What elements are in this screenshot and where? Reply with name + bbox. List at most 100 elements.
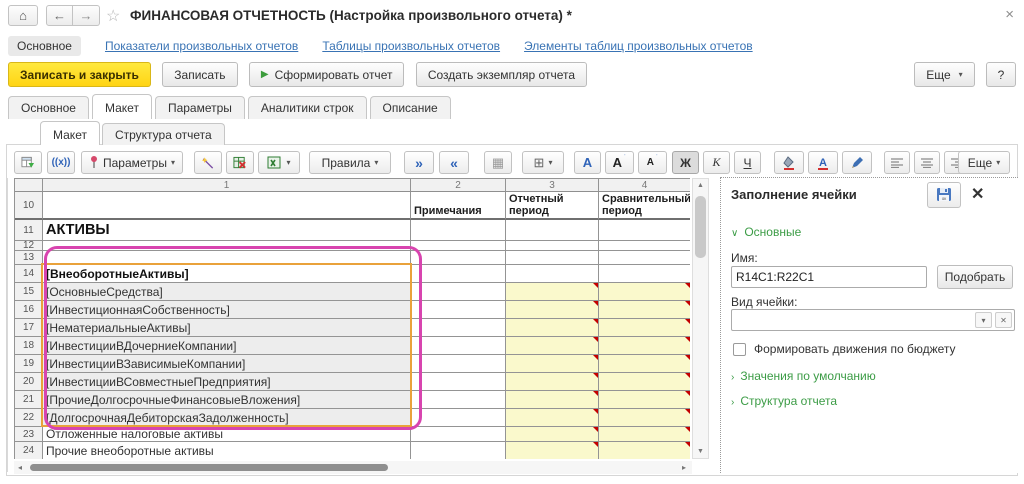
sheet-cell[interactable] [506,251,599,265]
sheet-cell[interactable] [599,355,690,373]
sheet-cell[interactable]: Примечания [411,192,506,220]
sheet-cell[interactable] [411,301,506,319]
sheet-cell[interactable]: Отложенные налоговые активы [43,427,411,442]
sheet-cell[interactable] [411,442,506,459]
sheet-cell[interactable] [599,442,690,459]
sheet-cell[interactable] [506,220,599,241]
sheet-cell[interactable] [411,241,506,251]
align-center-button[interactable] [914,151,940,174]
scroll-up-icon[interactable]: ▲ [693,179,708,192]
navlink-main-chip[interactable]: Основное [8,36,81,56]
sheet-cell[interactable] [411,319,506,337]
sheet-cell[interactable] [43,192,411,220]
sheet-cell[interactable]: 18 [15,337,43,355]
sheet-cell[interactable]: 3 [506,179,599,192]
home-button[interactable]: ⌂ [8,5,38,26]
sheet-cell[interactable]: [ИнвестиционнаяСобственность] [43,301,411,319]
sheet-cell[interactable]: Отчетный период [506,192,599,220]
sheet-cell[interactable]: 23 [15,427,43,442]
fill-color-button[interactable] [774,151,804,174]
pick-button[interactable]: Подобрать [937,265,1013,289]
close-window-button[interactable]: × [1005,6,1014,23]
sheet-cell[interactable]: 17 [15,319,43,337]
group-main-toggle[interactable]: ∨Основные [731,225,801,239]
tab-макет[interactable]: Макет [92,94,152,119]
sheet-cell[interactable] [411,373,506,391]
forward-button[interactable]: → [73,5,100,26]
sheet-cell[interactable]: 15 [15,283,43,301]
sheet-cell[interactable] [599,319,690,337]
sheet-cell[interactable] [43,241,411,251]
sheet-cell[interactable] [599,373,690,391]
sheet-cell[interactable] [506,337,599,355]
vertical-scrollbar[interactable]: ▲ ▼ [692,178,709,459]
sheet-cell[interactable] [506,391,599,409]
italic-button[interactable]: К [703,151,730,174]
sheet-cell[interactable] [506,241,599,251]
sheet-cell[interactable]: 4 [599,179,690,192]
sheet-cell[interactable] [411,220,506,241]
subtab-макет[interactable]: Макет [40,121,100,145]
sheet-cell[interactable]: 11 [15,220,43,241]
move-left-button[interactable]: « [439,151,469,174]
sheet-cell[interactable]: Сравнительный период [599,192,690,220]
sheet-cell[interactable]: 21 [15,391,43,409]
sheet-cell[interactable]: 2 [411,179,506,192]
sheet-cell[interactable] [599,409,690,427]
tab-описание[interactable]: Описание [370,96,451,119]
sheet-cell[interactable]: 10 [15,192,43,220]
move-right-button[interactable]: » [404,151,434,174]
sheet-cell[interactable] [506,442,599,459]
save-and-close-button[interactable]: Записать и закрыть [8,62,151,87]
sheet-cell[interactable]: 16 [15,301,43,319]
sheet-cell[interactable] [506,427,599,442]
panel-close-button[interactable]: ✕ [971,184,984,204]
sheet-cell[interactable]: 22 [15,409,43,427]
sheet-cell[interactable] [411,283,506,301]
scroll-right-icon[interactable]: ▸ [678,463,690,472]
font-decrease-button[interactable]: А˙ [638,151,667,174]
sheet-cell[interactable]: Прочие внеоборотные активы [43,442,411,459]
sheet-cell[interactable] [599,283,690,301]
sheet-cell[interactable] [43,251,411,265]
layout-settings-button[interactable] [14,151,42,174]
align-left-button[interactable] [884,151,910,174]
bold-button[interactable]: Ж [672,151,699,174]
group-structure-toggle[interactable]: ›Структура отчета [731,394,837,408]
group-defaults-toggle[interactable]: ›Значения по умолчанию [731,369,876,383]
back-button[interactable]: ← [46,5,73,26]
sheet-cell[interactable] [15,179,43,192]
sheet-cell[interactable]: 19 [15,355,43,373]
budget-movements-checkbox[interactable] [733,343,746,356]
save-button[interactable]: Записать [162,62,237,87]
sheet-cell[interactable] [411,409,506,427]
excel-export-button[interactable]: ▾ [258,151,300,174]
sheet-cell[interactable]: [ИнвестицииВДочерниеКомпании] [43,337,411,355]
sheet-cell[interactable] [599,337,690,355]
horizontal-scroll-thumb[interactable] [30,464,388,471]
sheet-cell[interactable] [411,337,506,355]
toolbar-more-button[interactable]: Еще ▾ [958,151,1010,174]
sheet-cell[interactable] [599,220,690,241]
sheet-cell[interactable] [506,409,599,427]
sheet-cell[interactable] [411,265,506,283]
horizontal-scrollbar[interactable]: ◂ ▸ [14,461,692,474]
sheet-cell[interactable]: 1 [43,179,411,192]
subtab-структура-отчета[interactable]: Структура отчета [102,123,225,145]
panel-save-button[interactable]: ок [927,182,961,208]
help-button[interactable]: ? [986,62,1016,87]
vertical-scroll-thumb[interactable] [695,196,706,258]
navlink-1[interactable]: Таблицы произвольных отчетов [322,39,500,53]
parameters-button[interactable]: Параметры ▾ [81,151,183,174]
merge-cells-button[interactable]: ▦ [484,151,512,174]
sheet-cell[interactable] [506,373,599,391]
tab-аналитики-строк[interactable]: Аналитики строк [248,96,367,119]
sheet-cell[interactable]: 24 [15,442,43,459]
sheet-cell[interactable] [506,355,599,373]
navlink-2[interactable]: Элементы таблиц произвольных отчетов [524,39,753,53]
sheet-cell[interactable]: 20 [15,373,43,391]
borders-button[interactable]: ⊞ ▾ [522,151,564,174]
show-formulas-button[interactable]: ((х)) [47,151,75,174]
sheet-cell[interactable] [411,355,506,373]
underline-button[interactable]: Ч [734,151,761,174]
